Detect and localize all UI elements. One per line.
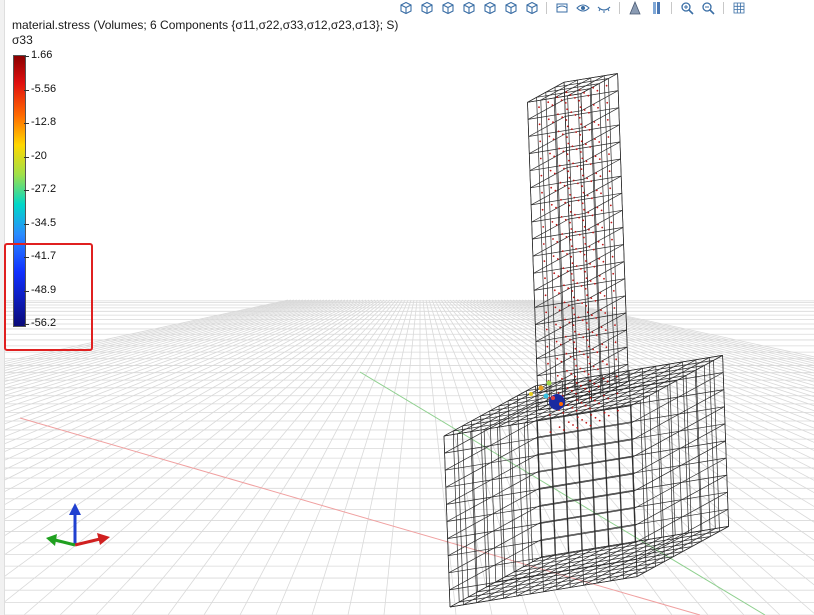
right-view-icon xyxy=(482,1,496,15)
orthographic-icon xyxy=(649,1,663,15)
ground-x-axis-line xyxy=(19,417,701,615)
perspective-icon xyxy=(628,1,642,15)
colorbar-tick-label: -5.56 xyxy=(31,82,57,95)
ground-y-axis-line xyxy=(359,371,766,615)
colorbar-tick-mark xyxy=(24,223,29,225)
eye-icon xyxy=(576,1,590,15)
zoom-in-button[interactable] xyxy=(678,1,696,15)
grid-button[interactable] xyxy=(730,1,748,15)
zoom-in-icon xyxy=(680,1,694,15)
3d-viewport[interactable] xyxy=(0,0,814,615)
colorbar-tick-label: 1.66 xyxy=(31,49,53,61)
iso-view-icon xyxy=(398,1,412,15)
orthographic-button[interactable] xyxy=(647,1,665,15)
colorbar-tick-mark xyxy=(24,89,29,91)
front-view-button[interactable] xyxy=(417,1,435,15)
colorbar-tick-label: -27.2 xyxy=(31,183,57,195)
field-title: material.stress (Volumes; 6 Components {… xyxy=(12,18,399,32)
back-view-button[interactable] xyxy=(438,1,456,15)
toolbar-separator xyxy=(546,2,547,14)
colorbar-tick-mark xyxy=(24,156,29,158)
colorbar-tick-mark xyxy=(24,56,29,57)
colorbar-tick-mark xyxy=(24,190,29,191)
zoom-out-icon xyxy=(701,1,715,15)
colorbar-tick-mark xyxy=(24,123,29,124)
top-view-icon xyxy=(503,1,517,15)
eye-closed-button[interactable] xyxy=(595,1,613,15)
ground-grid xyxy=(0,299,814,615)
eye-closed-icon xyxy=(597,1,611,15)
top-view-button[interactable] xyxy=(501,1,519,15)
stress-points xyxy=(538,84,619,433)
highlight-box xyxy=(4,243,93,351)
field-component: σ33 xyxy=(12,33,33,47)
left-view-button[interactable] xyxy=(459,1,477,15)
left-view-icon xyxy=(461,1,475,15)
colorbar-tick-label: -20 xyxy=(31,149,47,162)
toolbar-separator xyxy=(723,2,724,14)
show-hide-button[interactable] xyxy=(553,1,571,15)
front-view-icon xyxy=(419,1,433,15)
eye-button[interactable] xyxy=(574,1,592,15)
toolbar-separator xyxy=(671,2,672,14)
show-hide-icon xyxy=(555,1,569,15)
back-view-icon xyxy=(440,1,454,15)
grid-icon xyxy=(732,1,746,15)
bottom-view-button[interactable] xyxy=(522,1,540,15)
toolbar-separator xyxy=(619,2,620,14)
view-toolbar xyxy=(396,0,748,16)
colorbar-tick-label: -34.5 xyxy=(31,216,57,229)
colorbar-tick-label: -12.8 xyxy=(31,116,57,128)
zoom-out-button[interactable] xyxy=(699,1,717,15)
perspective-button[interactable] xyxy=(626,1,644,15)
iso-view-button[interactable] xyxy=(396,1,414,15)
bottom-view-icon xyxy=(524,1,538,15)
right-view-button[interactable] xyxy=(480,1,498,15)
